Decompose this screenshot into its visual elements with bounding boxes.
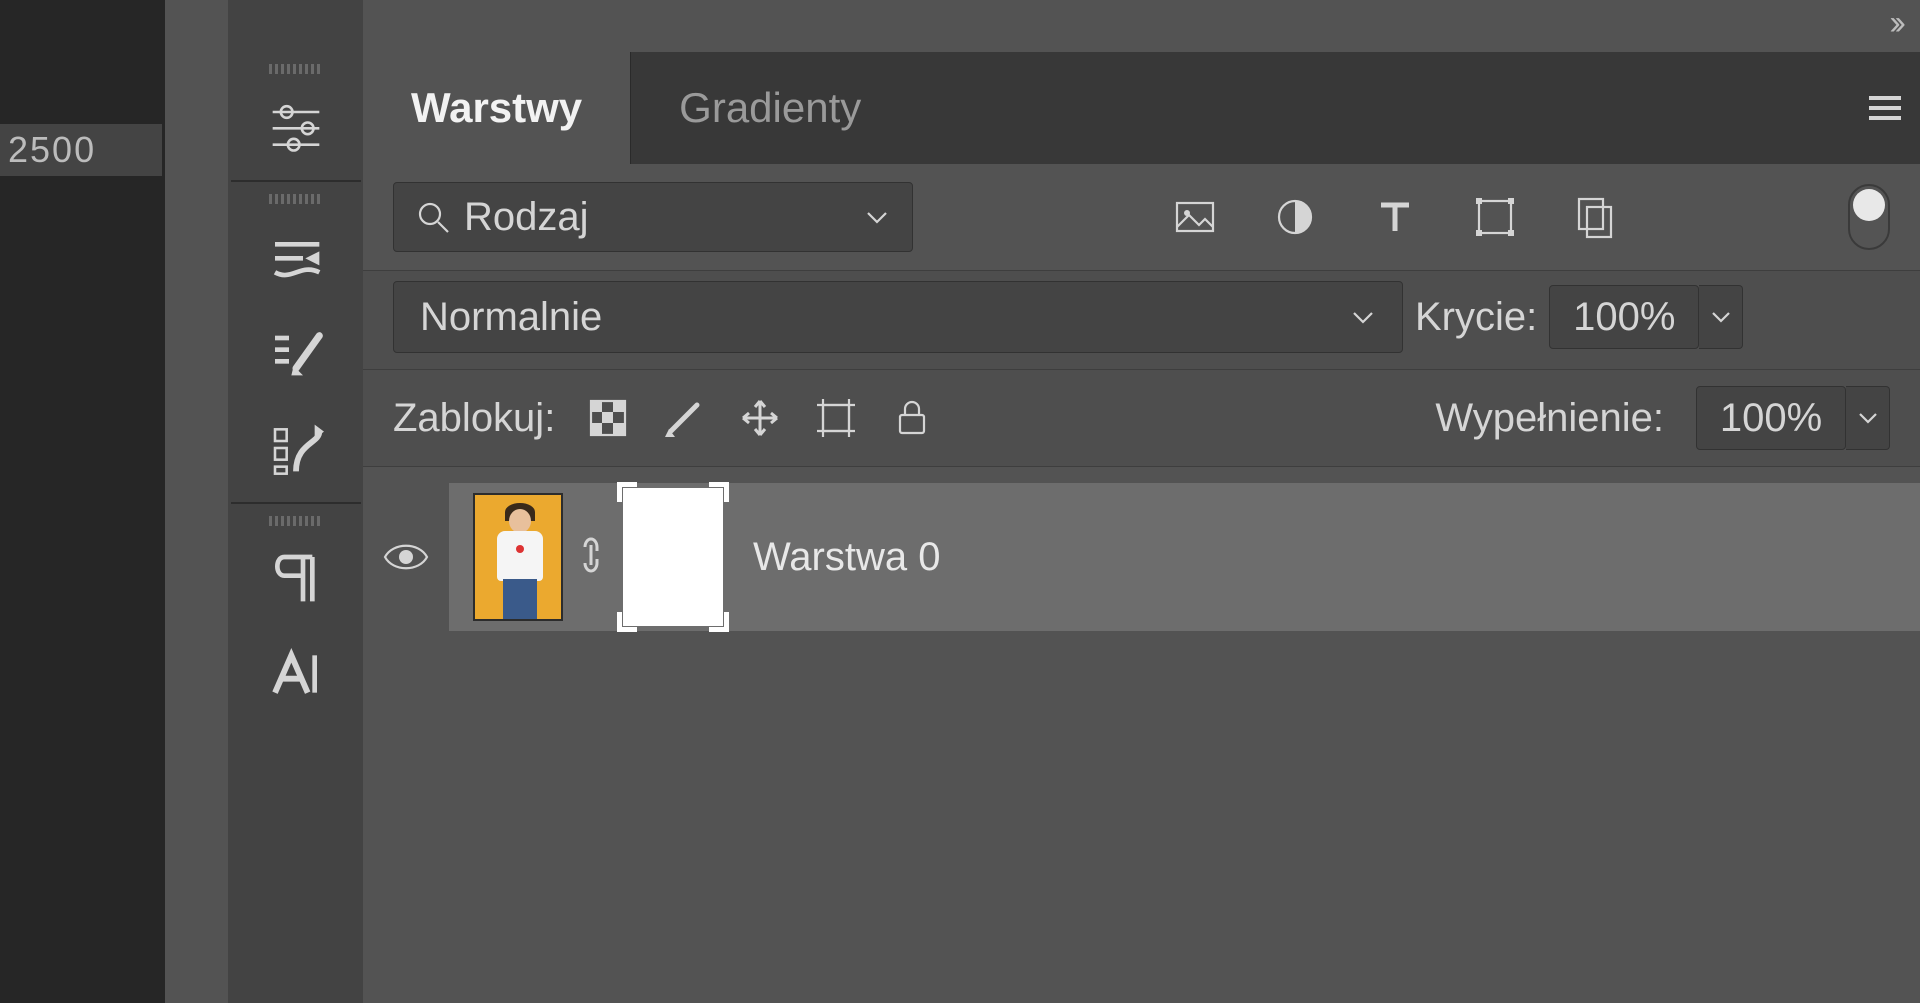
lock-artboard-icon[interactable]: [815, 397, 857, 439]
layer-mask-thumbnail[interactable]: [623, 488, 723, 626]
filter-smartobject-icon[interactable]: [1573, 195, 1617, 239]
filter-adjustment-icon[interactable]: [1273, 195, 1317, 239]
blend-mode-value: Normalnie: [420, 295, 602, 340]
filter-toggle[interactable]: [1848, 184, 1890, 250]
lock-transparency-icon[interactable]: [587, 397, 629, 439]
filter-row: Rodzaj: [363, 164, 1920, 270]
chevron-down-icon: [864, 204, 890, 230]
opacity-label[interactable]: Krycie:: [1415, 295, 1537, 340]
brushes-panel-button[interactable]: [251, 208, 341, 304]
tab-gradients[interactable]: Gradienty: [630, 52, 909, 164]
brush-settings-panel-button[interactable]: [251, 304, 341, 400]
dock-separator: [231, 502, 361, 504]
ruler: 2500: [0, 124, 162, 176]
tool-dock: [228, 0, 363, 1003]
filter-label: Rodzaj: [464, 195, 589, 240]
dock-grip[interactable]: [269, 194, 323, 204]
adjustments-panel-button[interactable]: [251, 78, 341, 174]
history-panel-button[interactable]: [251, 400, 341, 496]
blend-mode-select[interactable]: Normalnie: [393, 281, 1403, 353]
chevron-down-icon: [1710, 306, 1732, 328]
chevron-down-icon: [1857, 407, 1879, 429]
layer-name[interactable]: Warstwa 0: [753, 535, 940, 580]
dock-grip[interactable]: [269, 516, 323, 526]
filter-type-icons: [1173, 195, 1617, 239]
layers-panel: Warstwy Gradienty Rodzaj Normalnie: [363, 52, 1920, 1003]
ruler-value: 2500: [8, 129, 96, 171]
lock-label: Zablokuj:: [393, 396, 555, 441]
fill-value[interactable]: 100%: [1696, 386, 1846, 450]
dock-grip[interactable]: [269, 64, 323, 74]
panel-tabbar: Warstwy Gradienty: [363, 52, 1920, 164]
filter-type-icon[interactable]: [1373, 195, 1417, 239]
lock-image-icon[interactable]: [663, 397, 705, 439]
layer-filter-select[interactable]: Rodzaj: [393, 182, 913, 252]
blend-opacity-row: Normalnie Krycie: 100%: [363, 270, 1920, 370]
filter-shape-icon[interactable]: [1473, 195, 1517, 239]
filter-pixel-icon[interactable]: [1173, 195, 1217, 239]
layer-thumbnail[interactable]: [473, 493, 563, 621]
lock-fill-row: Zablokuj: Wypełnienie: 100%: [363, 370, 1920, 467]
tab-layers[interactable]: Warstwy: [363, 52, 630, 164]
character-panel-button[interactable]: [251, 626, 341, 722]
layer-visibility-toggle[interactable]: [363, 483, 449, 631]
opacity-chevron[interactable]: [1699, 285, 1743, 349]
layer-list: Warstwa 0: [363, 467, 1920, 631]
lock-position-icon[interactable]: [739, 397, 781, 439]
panel-menu-button[interactable]: [1850, 52, 1920, 164]
fill-label[interactable]: Wypełnienie:: [1435, 396, 1664, 441]
dock-separator: [231, 180, 361, 182]
layer-row[interactable]: Warstwa 0: [403, 483, 1920, 631]
layer-mask-link-icon[interactable]: [575, 533, 607, 582]
chevron-down-icon: [1350, 304, 1376, 330]
search-icon: [416, 200, 450, 234]
eye-icon: [381, 532, 431, 582]
fill-chevron[interactable]: [1846, 386, 1890, 450]
opacity-value[interactable]: 100%: [1549, 285, 1699, 349]
lock-all-icon[interactable]: [891, 397, 933, 439]
expand-panel-icon[interactable]: ››: [1889, 4, 1900, 43]
paragraph-panel-button[interactable]: [251, 530, 341, 626]
